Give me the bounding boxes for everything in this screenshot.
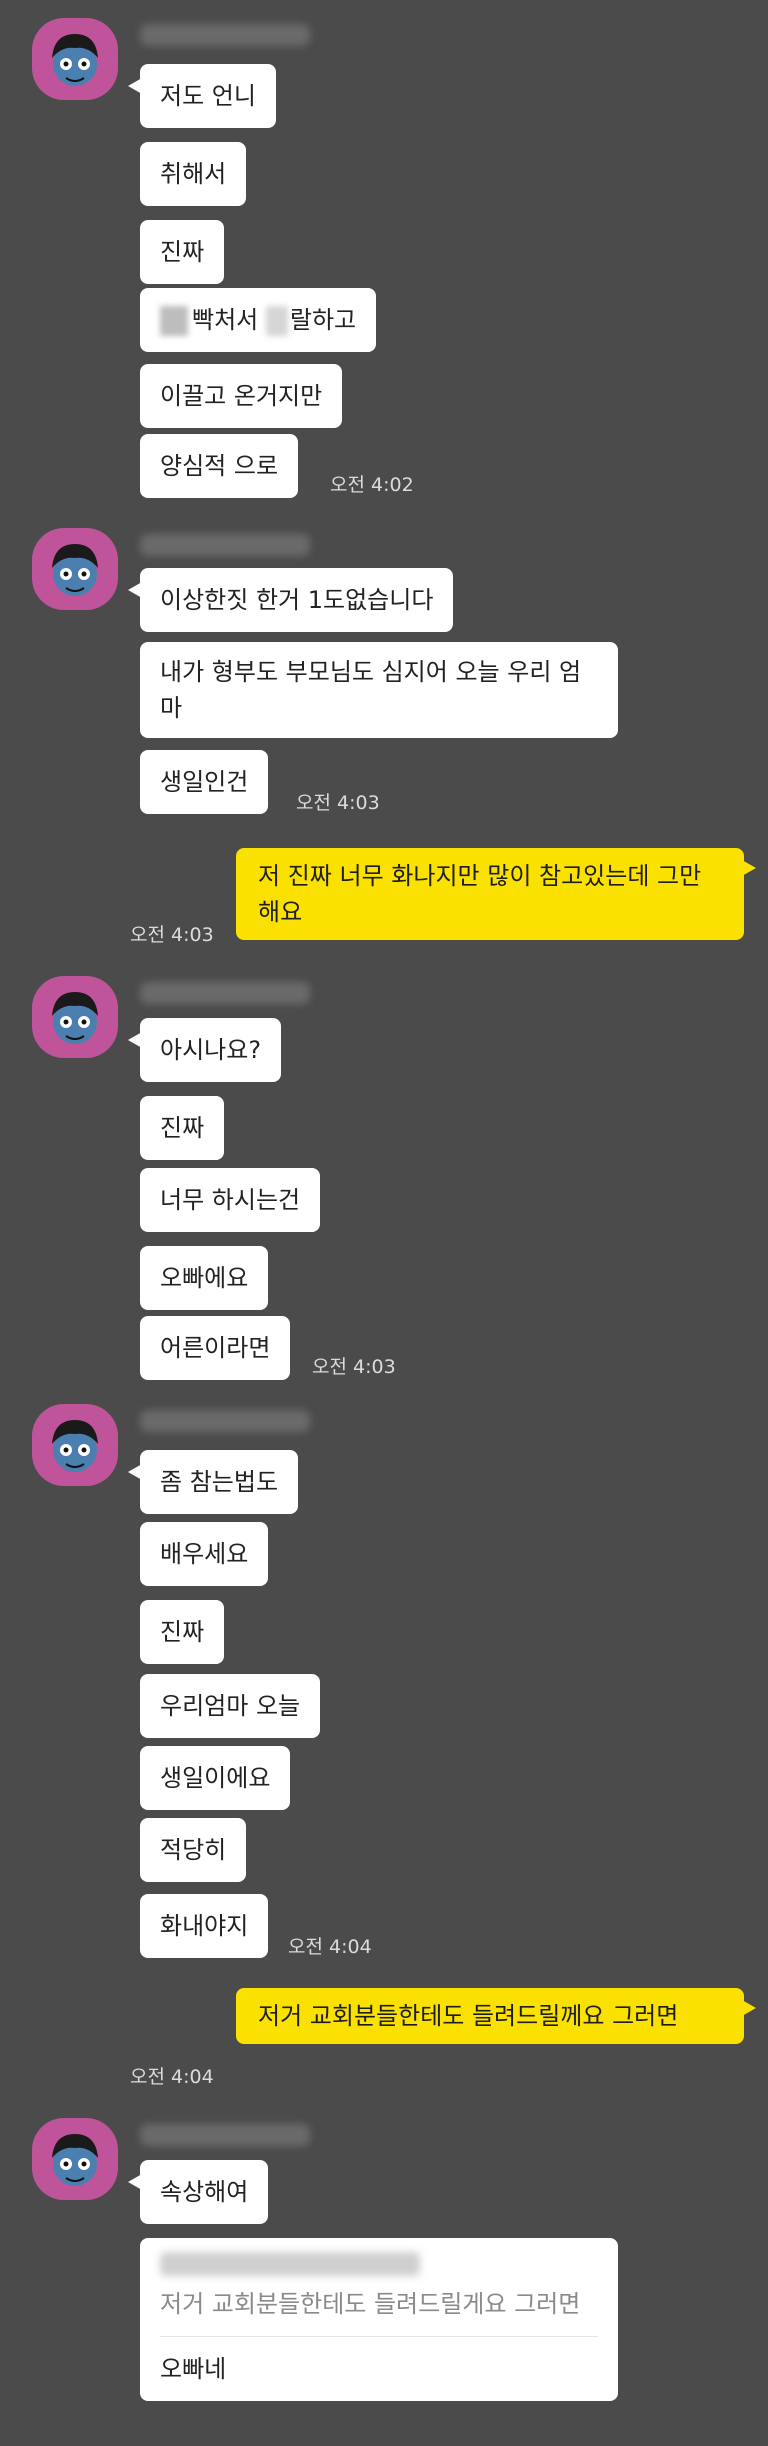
- message-bubble[interactable]: 저도 언니: [128, 64, 276, 128]
- message-bubble[interactable]: 너무 하시는건: [140, 1168, 321, 1232]
- divider: [160, 2336, 598, 2337]
- message-time: 오전 4:02: [330, 474, 414, 496]
- my-message-bubble[interactable]: 저 진짜 너무 화나지만 많이 참고있는데 그만해요: [236, 848, 756, 940]
- avatar[interactable]: [32, 528, 118, 610]
- my-message-bubble[interactable]: 저거 교회분들한테도 들려드릴께요 그러면: [236, 1988, 756, 2044]
- message-text-fragment: 랄하고: [289, 306, 357, 334]
- message-bubble[interactable]: 속상해여: [127, 2160, 269, 2224]
- message-bubble[interactable]: 적당히: [140, 1818, 247, 1882]
- message-bubble[interactable]: 아시나요?: [127, 1018, 282, 1082]
- reply-text: 오빠네: [160, 2355, 227, 2383]
- message-bubble[interactable]: 화내야지: [140, 1894, 269, 1958]
- redacted-block: [265, 306, 288, 336]
- avatar[interactable]: [32, 18, 118, 100]
- message-time: 오전 4:03: [130, 924, 214, 946]
- message-time: 오전 4:04: [288, 1936, 372, 1958]
- message-bubble[interactable]: 오빠에요: [140, 1246, 269, 1310]
- message-text: 빡처서: [192, 306, 259, 334]
- avatar[interactable]: [32, 2118, 118, 2200]
- message-bubble[interactable]: 진짜: [140, 220, 225, 284]
- reply-sender-name: [160, 2252, 420, 2276]
- message-bubble[interactable]: 진짜: [140, 1600, 225, 1664]
- message-bubble[interactable]: 생일이에요: [140, 1746, 291, 1810]
- message-bubble[interactable]: 양심적 으로: [140, 434, 299, 498]
- sender-name: [140, 982, 310, 1004]
- message-time: 오전 4:03: [296, 792, 380, 814]
- message-time: 오전 4:03: [312, 1356, 396, 1378]
- message-bubble[interactable]: 어른이라면: [140, 1316, 291, 1380]
- reply-message-card[interactable]: 저거 교회분들한테도 들려드릴게요 그러면 오빠네: [140, 2238, 618, 2401]
- message-bubble[interactable]: 내가 형부도 부모님도 심지어 오늘 우리 엄마: [140, 642, 618, 738]
- message-bubble[interactable]: 우리엄마 오늘: [140, 1674, 321, 1738]
- avatar[interactable]: [32, 976, 118, 1058]
- message-bubble[interactable]: 이상한짓 한거 1도없습니다: [127, 568, 454, 632]
- sender-name: [140, 24, 310, 46]
- redacted-block: [160, 306, 188, 336]
- message-bubble[interactable]: 이끌고 온거지만: [140, 364, 343, 428]
- message-bubble[interactable]: 배우세요: [140, 1522, 269, 1586]
- message-bubble[interactable]: 빡처서 랄하고: [140, 288, 377, 352]
- message-time: 오전 4:04: [130, 2066, 214, 2088]
- avatar[interactable]: [32, 1404, 118, 1486]
- message-bubble[interactable]: 취해서: [140, 142, 247, 206]
- reply-quote: 저거 교회분들한테도 들려드릴게요 그러면: [160, 2290, 581, 2318]
- message-bubble[interactable]: 진짜: [140, 1096, 225, 1160]
- message-bubble[interactable]: 좀 참는법도: [127, 1450, 299, 1514]
- sender-name: [140, 2124, 310, 2146]
- message-bubble[interactable]: 생일인건: [140, 750, 269, 814]
- sender-name: [140, 534, 310, 556]
- sender-name: [140, 1410, 310, 1432]
